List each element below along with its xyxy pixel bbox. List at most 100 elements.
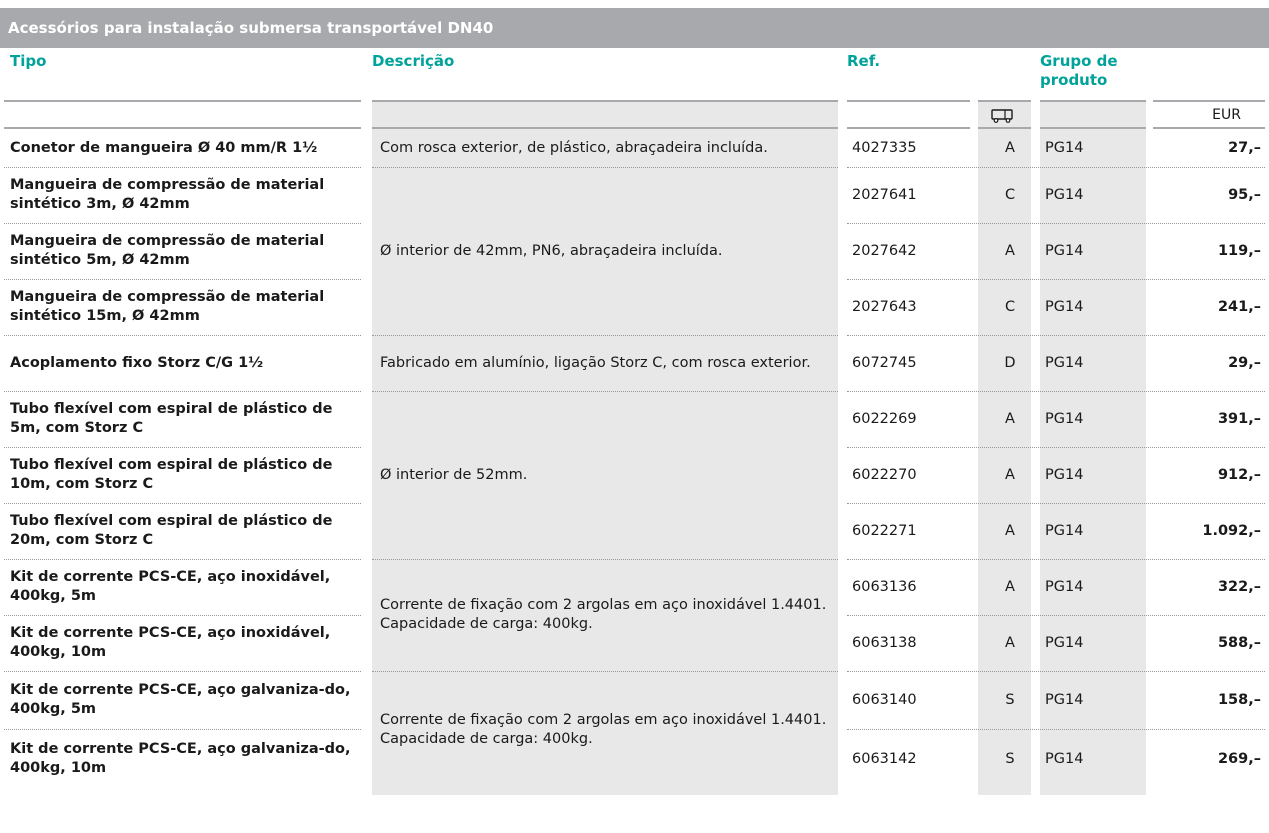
row-category: C: [1004, 298, 1016, 315]
description-cell: Com rosca exterior, de plástico, abraçad…: [380, 139, 768, 156]
row-tipo: Acoplamento fixo Storz C/G 1½: [10, 354, 264, 371]
row-separator: [847, 279, 1265, 280]
description-cell: Ø interior de 52mm.: [380, 466, 528, 483]
row-ref: 6072745: [852, 354, 917, 371]
row-separator: [4, 391, 361, 392]
header-descricao: Descrição: [372, 52, 455, 70]
row-price: 269,–: [1217, 750, 1261, 767]
row-group: PG14: [1045, 139, 1084, 156]
header-grupo: Grupo de produto: [1040, 52, 1118, 89]
row-separator: [847, 335, 1265, 336]
row-tipo: Kit de corrente PCS-CE, aço galvaniza-do…: [10, 682, 351, 717]
description-cell: Corrente de fixação com 2 argolas em aço…: [380, 597, 827, 632]
row-ref: 2027641: [852, 186, 917, 203]
row-separator: [4, 671, 361, 672]
row-ref: 2027643: [852, 298, 917, 315]
row-price: 95,–: [1228, 186, 1261, 203]
row-tipo: Kit de corrente PCS-CE, aço galvaniza-do…: [10, 741, 351, 776]
truck-icon: [991, 109, 1013, 123]
row-separator: [4, 279, 361, 280]
row-tipo: Kit de corrente PCS-CE, aço inoxidável, …: [10, 625, 331, 660]
row-category: D: [1004, 354, 1016, 371]
row-tipo: Kit de corrente PCS-CE, aço inoxidável, …: [10, 569, 331, 604]
row-price: 912,–: [1217, 466, 1261, 483]
header-ref: Ref.: [847, 52, 881, 70]
row-separator: [847, 447, 1265, 448]
row-separator: [4, 503, 361, 504]
row-price: 241,–: [1217, 298, 1261, 315]
row-price: 391,–: [1217, 410, 1261, 427]
row-ref: 6063136: [852, 578, 917, 595]
row-tipo: Conetor de mangueira Ø 40 mm/R 1½: [10, 139, 318, 156]
row-category: A: [1005, 466, 1015, 483]
row-ref: 4027335: [852, 139, 917, 156]
row-tipo: Tubo flexível com espiral de plástico de…: [10, 513, 333, 548]
header-tipo: Tipo: [10, 52, 47, 70]
row-separator: [372, 391, 838, 392]
row-separator: [4, 167, 361, 168]
row-separator: [847, 559, 1265, 560]
row-group: PG14: [1045, 634, 1084, 651]
row-separator: [4, 223, 361, 224]
row-ref: 6063140: [852, 691, 917, 708]
description-cell: Ø interior de 42mm, PN6, abraçadeira inc…: [380, 242, 723, 259]
row-separator: [847, 503, 1265, 504]
row-separator: [847, 671, 1265, 672]
row-tipo: Tubo flexível com espiral de plástico de…: [10, 457, 333, 492]
row-ref: 6063142: [852, 750, 917, 767]
row-group: PG14: [1045, 466, 1084, 483]
row-price: 588,–: [1217, 634, 1261, 651]
row-group: PG14: [1045, 522, 1084, 539]
row-ref: 6022270: [852, 466, 917, 483]
row-tipo: Mangueira de compressão de material sint…: [10, 233, 325, 268]
row-price: 1.092,–: [1202, 522, 1261, 539]
row-separator: [372, 335, 838, 336]
row-category: A: [1005, 578, 1015, 595]
units-row: EUR: [0, 102, 1269, 129]
row-separator: [4, 615, 361, 616]
row-separator: [372, 167, 838, 168]
row-ref: 6022271: [852, 522, 917, 539]
row-group: PG14: [1045, 750, 1084, 767]
row-ref: 6063138: [852, 634, 917, 651]
row-price: 158,–: [1217, 691, 1261, 708]
row-price: 27,–: [1228, 139, 1261, 156]
row-group: PG14: [1045, 298, 1084, 315]
row-category: A: [1005, 410, 1015, 427]
row-group: PG14: [1045, 242, 1084, 259]
row-category: S: [1005, 750, 1015, 767]
row-price: 29,–: [1228, 354, 1261, 371]
row-group: PG14: [1045, 410, 1084, 427]
row-category: A: [1005, 242, 1015, 259]
row-separator: [847, 615, 1265, 616]
row-group: PG14: [1045, 186, 1084, 203]
row-ref: 6022269: [852, 410, 917, 427]
table-body: Conetor de mangueira Ø 40 mm/R 1½ 402733…: [0, 129, 1269, 795]
row-group: PG14: [1045, 578, 1084, 595]
row-group: PG14: [1045, 691, 1084, 708]
row-separator: [847, 167, 1265, 168]
row-tipo: Tubo flexível com espiral de plástico de…: [10, 401, 333, 436]
row-category: A: [1005, 139, 1015, 156]
row-price: 322,–: [1217, 578, 1261, 595]
row-separator: [4, 335, 361, 336]
row-category: A: [1005, 522, 1015, 539]
row-price: 119,–: [1217, 242, 1261, 259]
row-category: S: [1005, 691, 1015, 708]
column-headers: Tipo Descrição Ref. Grupo de produto: [0, 48, 1269, 102]
row-separator: [4, 447, 361, 448]
row-separator: [847, 391, 1265, 392]
desc-shade: [372, 102, 838, 129]
currency-label: EUR: [1212, 107, 1241, 123]
description-cell: Fabricado em alumínio, ligação Storz C, …: [380, 354, 811, 371]
row-separator: [4, 729, 361, 730]
table-title: Acessórios para instalação submersa tran…: [0, 8, 1269, 48]
description-cell: Corrente de fixação com 2 argolas em aço…: [380, 712, 827, 747]
row-group: PG14: [1045, 354, 1084, 371]
row-category: A: [1005, 634, 1015, 651]
group-shade: [1040, 102, 1146, 129]
row-category: C: [1004, 186, 1016, 203]
row-separator: [372, 559, 838, 560]
price-table: Acessórios para instalação submersa tran…: [0, 8, 1269, 795]
row-separator: [372, 671, 838, 672]
